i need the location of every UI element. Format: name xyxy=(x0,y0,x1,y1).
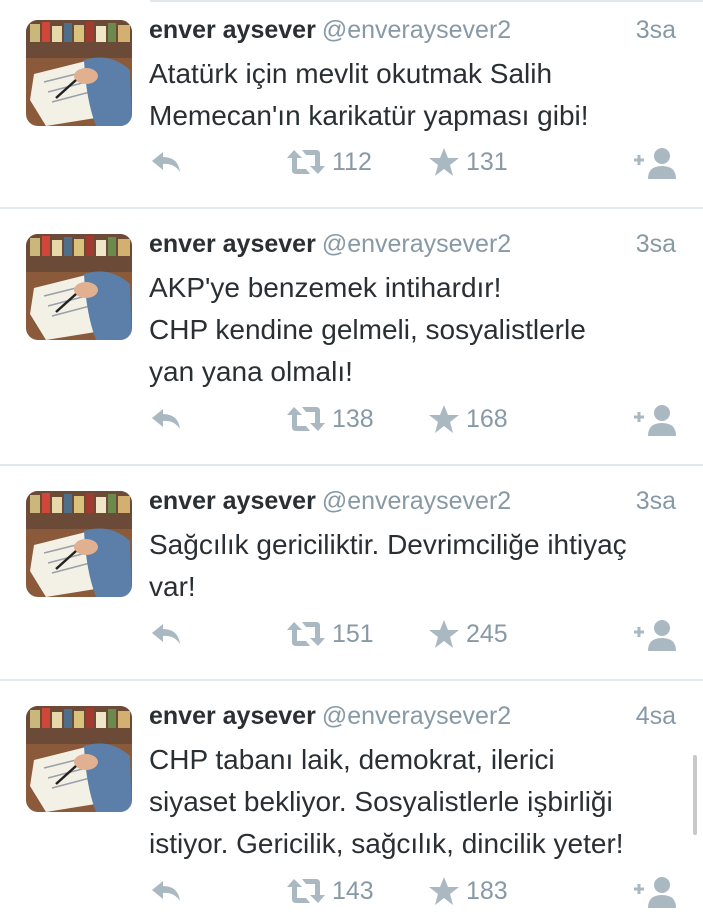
tweet-actions: 143 183 xyxy=(149,871,678,911)
tweet-text-line: istiyor. Gericilik, sağcılık, dincilik y… xyxy=(149,828,624,859)
tweet-text: CHP tabanı laik, demokrat, ilerici siyas… xyxy=(149,739,683,865)
tweet-timeline: enver aysever @enveraysever2 3sa Atatürk … xyxy=(0,0,703,916)
follow-button[interactable] xyxy=(632,399,678,439)
star-icon xyxy=(429,405,459,433)
tweet-text-line: CHP tabanı laik, demokrat, ilerici xyxy=(149,744,555,775)
tweet-text: Atatürk için mevlit okutmak Salih Memeca… xyxy=(149,53,683,137)
avatar[interactable] xyxy=(26,20,132,126)
reply-icon xyxy=(152,409,180,429)
tweet[interactable]: enver aysever @enveraysever2 4sa CHP taba… xyxy=(0,681,703,916)
tweet-actions: 138 168 xyxy=(149,399,678,439)
tweet[interactable]: enver aysever @enveraysever2 3sa AKP'ye b… xyxy=(0,209,703,464)
retweet-count: 151 xyxy=(332,619,374,648)
author-handle[interactable]: @enveraysever2 xyxy=(322,230,511,258)
tweet-text-line: CHP kendine gelmeli, sosyalistlerle xyxy=(149,314,586,345)
tweet-text-line: Sağcılık gericiliktir. Devrimciliğe ihti… xyxy=(149,529,627,560)
author-name[interactable]: enver aysever xyxy=(149,487,316,515)
author-name[interactable]: enver aysever xyxy=(149,702,316,730)
author-name[interactable]: enver aysever xyxy=(149,230,316,258)
favorite-count: 183 xyxy=(466,876,508,905)
author-name[interactable]: enver aysever xyxy=(149,16,316,44)
follow-user-icon xyxy=(634,148,676,179)
follow-button[interactable] xyxy=(632,871,678,911)
avatar[interactable] xyxy=(26,491,132,597)
tweet-text-line: var! xyxy=(149,571,196,602)
follow-user-icon xyxy=(634,620,676,651)
reply-button[interactable] xyxy=(149,614,183,654)
tweet-timestamp[interactable]: 3sa xyxy=(636,487,676,516)
favorite-button[interactable]: 183 xyxy=(428,871,508,911)
retweet-icon xyxy=(287,150,325,174)
retweet-button[interactable]: 151 xyxy=(286,614,374,654)
tweet-actions: 151 245 xyxy=(149,614,678,654)
retweet-icon xyxy=(287,622,325,646)
tweet-header: enver aysever @enveraysever2 3sa xyxy=(149,16,676,52)
tweet-timestamp[interactable]: 4sa xyxy=(636,702,676,731)
reply-icon xyxy=(152,881,180,901)
avatar[interactable] xyxy=(26,234,132,340)
tweet-timestamp[interactable]: 3sa xyxy=(636,16,676,45)
tweet-actions: 112 131 xyxy=(149,142,678,182)
retweet-button[interactable]: 143 xyxy=(286,871,374,911)
tweet-text: Sağcılık gericiliktir. Devrimciliğe ihti… xyxy=(149,524,683,608)
tweet-header: enver aysever @enveraysever2 3sa xyxy=(149,230,676,266)
tweet-text-line: Atatürk için mevlit okutmak Salih xyxy=(149,58,553,89)
retweet-icon xyxy=(287,407,325,431)
star-icon xyxy=(429,877,459,905)
follow-user-icon xyxy=(634,405,676,436)
favorite-count: 168 xyxy=(466,404,508,433)
retweet-count: 143 xyxy=(332,876,374,905)
tweet-header: enver aysever @enveraysever2 4sa xyxy=(149,702,676,738)
retweet-button[interactable]: 138 xyxy=(286,399,374,439)
follow-user-icon xyxy=(634,877,676,908)
reply-button[interactable] xyxy=(149,871,183,911)
tweet-text: AKP'ye benzemek intihardır! CHP kendine … xyxy=(149,267,683,393)
tweet-text-line: Memecan'ın karikatür yapması gibi! xyxy=(149,100,589,131)
favorite-button[interactable]: 168 xyxy=(428,399,508,439)
favorite-count: 245 xyxy=(466,619,508,648)
retweet-icon xyxy=(287,879,325,903)
follow-button[interactable] xyxy=(632,614,678,654)
star-icon xyxy=(429,620,459,648)
author-handle[interactable]: @enveraysever2 xyxy=(322,487,511,515)
retweet-button[interactable]: 112 xyxy=(286,142,372,182)
favorite-button[interactable]: 245 xyxy=(428,614,508,654)
reply-icon xyxy=(152,152,180,172)
retweet-count: 112 xyxy=(332,147,372,176)
tweet-text-line: yan yana olmalı! xyxy=(149,356,353,387)
tweet-timestamp[interactable]: 3sa xyxy=(636,230,676,259)
favorite-count: 131 xyxy=(466,147,508,176)
tweet-text-line: AKP'ye benzemek intihardır! xyxy=(149,272,502,303)
tweet-header: enver aysever @enveraysever2 3sa xyxy=(149,487,676,523)
reply-icon xyxy=(152,624,180,644)
author-handle[interactable]: @enveraysever2 xyxy=(322,16,511,44)
avatar[interactable] xyxy=(26,706,132,812)
reply-button[interactable] xyxy=(149,399,183,439)
scrollbar[interactable] xyxy=(693,755,697,835)
author-handle[interactable]: @enveraysever2 xyxy=(322,702,511,730)
favorite-button[interactable]: 131 xyxy=(428,142,508,182)
star-icon xyxy=(429,148,459,176)
retweet-count: 138 xyxy=(332,404,374,433)
follow-button[interactable] xyxy=(632,142,678,182)
tweet[interactable]: enver aysever @enveraysever2 3sa Sağcılık… xyxy=(0,466,703,679)
reply-button[interactable] xyxy=(149,142,183,182)
tweet-text-line: siyaset bekliyor. Sosyalistlerle işbirli… xyxy=(149,786,613,817)
tweet[interactable]: enver aysever @enveraysever2 3sa Atatürk … xyxy=(0,0,703,207)
